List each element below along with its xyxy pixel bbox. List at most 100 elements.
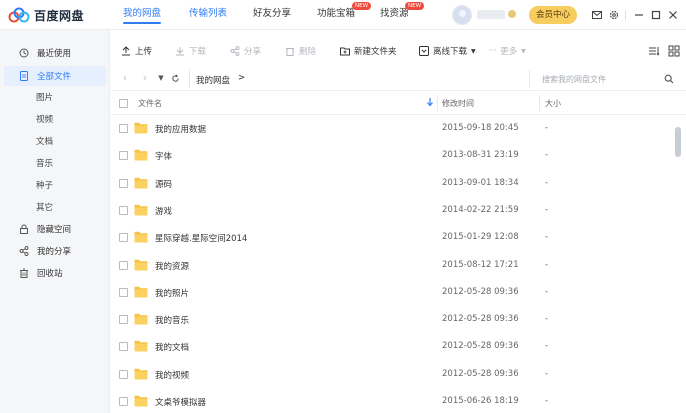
divider [625,10,626,20]
file-modified-time: 2013-09-01 18:34 [442,177,519,188]
sidebar-item-label: 我的分享 [37,247,72,257]
tab-find-resources[interactable]: 找资源 [380,8,409,24]
row-checkbox[interactable] [119,260,128,270]
file-name[interactable]: 我的应用数据 [155,123,206,135]
file-size: - [545,232,549,243]
mail-icon[interactable] [591,9,603,21]
file-name[interactable]: 我的文档 [155,341,189,353]
row-checkbox[interactable] [119,233,128,243]
row-checkbox[interactable] [119,124,128,133]
scrollbar-track[interactable] [674,115,682,413]
sidebar-sub-music[interactable]: 音乐 [36,157,53,171]
more-button[interactable]: ··· 更多 ▼ [489,44,526,58]
row-checkbox[interactable] [119,315,128,325]
sidebar-sub-other[interactable]: 其它 [36,201,53,215]
close-icon[interactable] [667,9,679,21]
row-checkbox[interactable] [119,369,128,379]
new-folder-button[interactable]: 新建文件夹 [340,44,397,58]
file-size: - [545,150,549,161]
search-icon[interactable] [664,74,674,84]
folder-icon [134,395,148,407]
table-row[interactable]: 我的视频 2012-05-28 09:36 - [111,361,671,388]
folder-icon [134,177,148,189]
maximize-icon[interactable] [650,9,662,21]
row-checkbox[interactable] [119,397,128,406]
sidebar-sub-images[interactable]: 图片 [36,91,53,105]
sidebar-item-my-shares[interactable]: 我的分享 [4,241,106,261]
forward-icon[interactable]: › [139,72,151,84]
table-row[interactable]: 星际穿越.星际空间2014 2015-01-29 12:08 - [111,224,671,251]
column-name[interactable]: 文件名 [138,98,162,109]
row-checkbox[interactable] [119,205,128,215]
history-dropdown-icon[interactable]: ▼ [155,72,167,84]
column-modified[interactable]: 修改时间 [442,98,474,109]
back-icon[interactable]: ‹ [119,72,131,84]
sidebar-item-recycle-bin[interactable]: 回收站 [4,263,106,283]
file-name[interactable]: 我的资源 [155,260,189,272]
row-checkbox[interactable] [119,287,128,297]
tab-friend-share[interactable]: 好友分享 [253,8,291,24]
delete-button[interactable]: 删除 [285,44,316,58]
tab-transfer-list[interactable]: 传输列表 [189,8,227,24]
gear-icon[interactable] [608,9,620,21]
search-input[interactable] [542,72,658,86]
grid-view-icon[interactable] [668,45,680,57]
table-row[interactable]: 我的照片 2012-05-28 09:36 - [111,279,671,306]
file-name[interactable]: 星际穿越.星际空间2014 [155,232,247,244]
row-checkbox[interactable] [119,178,128,188]
share-button[interactable]: 分享 [230,44,261,58]
sidebar-item-all-files[interactable]: 全部文件 [4,66,106,86]
file-size: - [545,286,549,297]
table-row[interactable]: 文桌爷模拟器 2015-06-26 18:19 - [111,388,671,413]
table-row[interactable]: 源码 2013-09-01 18:34 - [111,170,671,197]
file-name[interactable]: 我的视频 [155,369,189,381]
address-bar: ‹ › ▼ 我的网盘 > [111,67,686,91]
tab-toolbox[interactable]: 功能宝箱 [317,8,355,24]
breadcrumb-root[interactable]: 我的网盘 [196,74,230,86]
table-row[interactable]: 游戏 2014-02-22 21:59 - [111,197,671,224]
column-size[interactable]: 大小 [545,98,561,109]
scrollbar-thumb[interactable] [675,127,681,157]
column-divider[interactable] [539,95,540,111]
row-checkbox[interactable] [119,342,128,352]
offline-download-button[interactable]: 离线下载 ▼ [419,44,476,58]
file-name[interactable]: 我的音乐 [155,314,189,326]
share-icon [230,46,240,56]
minimize-icon[interactable] [633,9,645,21]
tab-my-disk[interactable]: 我的网盘 [123,8,162,24]
file-name[interactable]: 源码 [155,178,172,190]
list-view-icon[interactable] [648,45,660,57]
file-name[interactable]: 字体 [155,150,172,162]
upload-button[interactable]: 上传 [121,44,152,58]
sidebar-item-label: 隐藏空间 [37,225,72,235]
table-row[interactable]: 字体 2013-08-31 23:19 - [111,142,671,169]
download-button[interactable]: 下载 [175,44,206,58]
vip-icon [508,10,516,18]
member-center-button[interactable]: 会员中心 [529,6,577,24]
folder-icon [134,286,148,298]
file-size: - [545,123,549,133]
file-name[interactable]: 文桌爷模拟器 [155,396,206,408]
sort-arrow-icon[interactable] [426,97,434,107]
sidebar-item-recent[interactable]: 最近使用 [4,43,106,63]
file-name[interactable]: 游戏 [155,205,172,217]
avatar[interactable] [452,5,472,25]
app-logo: 百度网盘 [8,5,84,25]
row-checkbox[interactable] [119,151,128,161]
refresh-icon[interactable] [169,72,181,84]
file-name[interactable]: 我的照片 [155,287,189,299]
sidebar-sub-documents[interactable]: 文档 [36,135,53,149]
table-row[interactable]: 我的音乐 2012-05-28 09:36 - [111,306,671,333]
sidebar-sub-torrents[interactable]: 种子 [36,179,53,193]
table-row[interactable]: 我的文档 2012-05-28 09:36 - [111,333,671,360]
breadcrumb-separator[interactable]: > [238,73,245,83]
table-row[interactable]: 我的应用数据 2015-09-18 20:45 - [111,115,671,142]
sidebar-sub-videos[interactable]: 视频 [36,113,53,127]
file-size: - [545,368,549,379]
username-blurred[interactable] [477,10,505,19]
file-modified-time: 2012-05-28 09:36 [442,341,519,352]
column-divider[interactable] [437,95,438,111]
select-all-checkbox[interactable] [119,99,128,108]
table-row[interactable]: 我的资源 2015-08-12 17:21 - [111,252,671,279]
sidebar-item-hidden-space[interactable]: 隐藏空间 [4,219,106,239]
